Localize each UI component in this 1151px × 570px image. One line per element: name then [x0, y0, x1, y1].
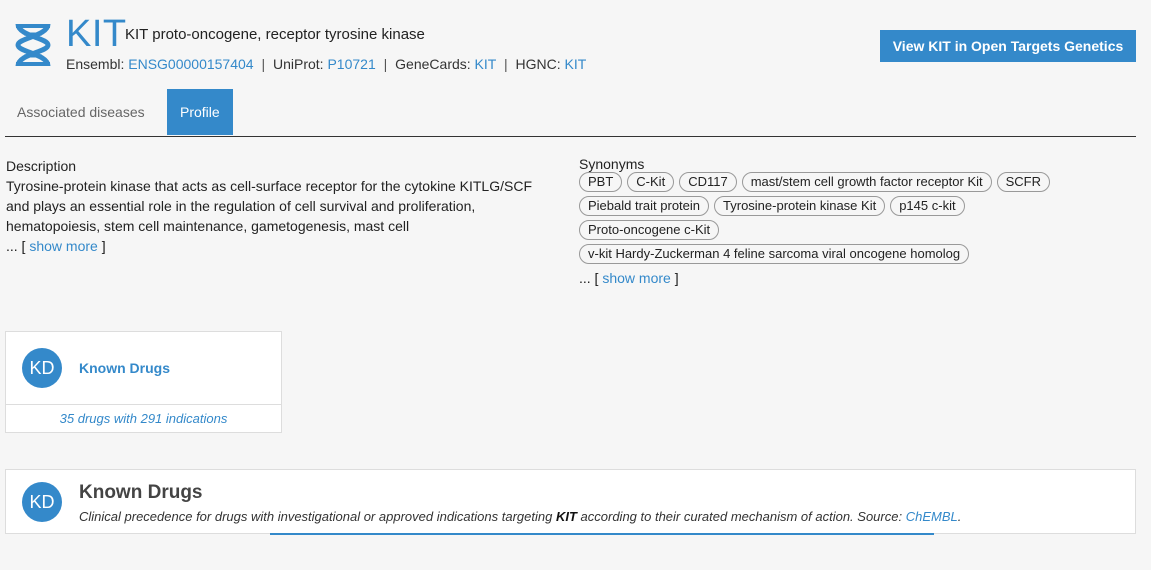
synonym-chip: Piebald trait protein — [579, 196, 710, 216]
synonyms-more: ... [ show more ] — [579, 268, 1139, 288]
tab-profile[interactable]: Profile — [167, 89, 233, 135]
synonyms-label: Synonyms — [579, 156, 645, 172]
synonym-chip: C-Kit — [627, 172, 675, 192]
close-bracket: ] — [101, 238, 106, 254]
synonyms-section: Synonyms PBT C-Kit CD117 mast/stem cell … — [579, 156, 1139, 288]
synonym-chip: p145 c-kit — [890, 196, 965, 216]
gene-full-name: KIT proto-oncogene, receptor tyrosine ki… — [125, 26, 425, 43]
loading-bar — [270, 533, 934, 535]
synonym-chip: PBT — [579, 172, 623, 192]
cross-references: Ensembl: ENSG00000157404 | UniProt: P107… — [66, 56, 586, 72]
close-bracket: ] — [674, 270, 679, 286]
subtitle-end: . — [957, 509, 962, 524]
separator: | — [261, 56, 266, 72]
genecards-label: GeneCards: — [395, 56, 471, 72]
uniprot-link[interactable]: P10721 — [327, 56, 375, 72]
synonym-chip: mast/stem cell growth factor receptor Ki… — [741, 172, 992, 192]
description-label: Description — [6, 158, 77, 174]
tab-associated-diseases[interactable]: Associated diseases — [5, 89, 157, 135]
ensembl-label: Ensembl: — [66, 56, 125, 72]
subtitle-text: according to their curated mechanism of … — [580, 509, 903, 524]
synonym-chips: PBT C-Kit CD117 mast/stem cell growth fa… — [579, 172, 1139, 264]
synonym-chip: CD117 — [679, 172, 737, 192]
hgnc-link[interactable]: KIT — [565, 56, 587, 72]
open-targets-genetics-button[interactable]: View KIT in Open Targets Genetics — [880, 30, 1136, 62]
chembl-link[interactable]: ChEMBL — [906, 509, 958, 524]
known-drugs-section: KD Known Drugs Clinical precedence for d… — [5, 469, 1136, 535]
subtitle-text: Clinical precedence for drugs with inves… — [79, 509, 553, 524]
synonym-chip: SCFR — [996, 172, 1051, 192]
known-drugs-avatar: KD — [22, 348, 62, 388]
chip-row: v-kit Hardy-Zuckerman 4 feline sarcoma v… — [579, 244, 1139, 264]
known-drugs-avatar: KD — [22, 482, 62, 522]
gene-symbol: KIT — [66, 13, 127, 55]
subtitle-target: KIT — [555, 509, 577, 524]
synonym-chip: Tyrosine-protein kinase Kit — [714, 196, 886, 216]
show-more-link[interactable]: show more — [29, 238, 97, 254]
show-more-link[interactable]: show more — [602, 270, 670, 286]
description-more: ... [ show more ] — [6, 236, 546, 256]
description-text: Tyrosine-protein kinase that acts as cel… — [6, 178, 532, 234]
chip-row: Piebald trait protein Tyrosine-protein k… — [579, 196, 1139, 216]
section-title: Known Drugs — [79, 482, 203, 503]
page-header: KIT KIT proto-oncogene, receptor tyrosin… — [12, 14, 1136, 84]
genecards-link[interactable]: KIT — [475, 56, 497, 72]
dna-icon — [15, 23, 51, 67]
separator: | — [503, 56, 508, 72]
ensembl-link[interactable]: ENSG00000157404 — [128, 56, 253, 72]
ellipsis: ... [ — [6, 238, 26, 254]
synonym-chip: Proto-oncogene c-Kit — [579, 220, 720, 240]
section-subtitle: Clinical precedence for drugs with inves… — [79, 509, 961, 524]
hgnc-label: HGNC: — [515, 56, 561, 72]
chip-row: Proto-oncogene c-Kit — [579, 220, 1139, 240]
ellipsis: ... [ — [579, 270, 599, 286]
known-drugs-summary-card[interactable]: KD Known Drugs 35 drugs with 291 indicat… — [5, 331, 282, 433]
card-title[interactable]: Known Drugs — [79, 360, 170, 376]
tab-bar: Associated diseases Profile — [5, 89, 1136, 137]
card-footer: 35 drugs with 291 indications — [6, 404, 281, 432]
synonym-chip: v-kit Hardy-Zuckerman 4 feline sarcoma v… — [579, 244, 970, 264]
description-section: Description Tyrosine-protein kinase that… — [6, 156, 546, 256]
uniprot-label: UniProt: — [273, 56, 324, 72]
chip-row: PBT C-Kit CD117 mast/stem cell growth fa… — [579, 172, 1139, 192]
separator: | — [383, 56, 388, 72]
